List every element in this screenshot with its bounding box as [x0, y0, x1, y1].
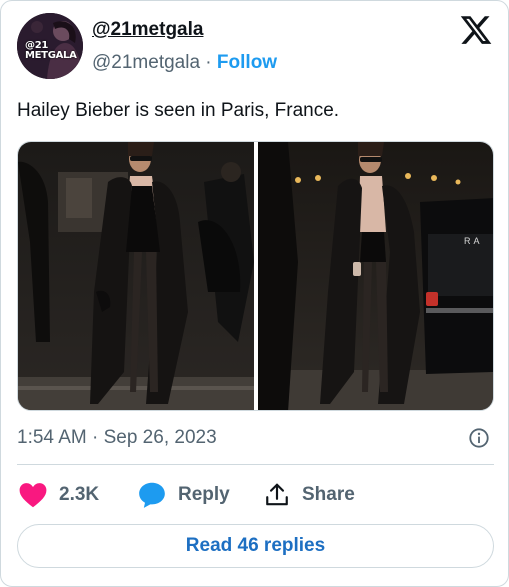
share-upload-icon [266, 483, 288, 506]
author-handle-line: @21metgala · Follow [92, 52, 277, 74]
photo-1[interactable] [18, 142, 254, 410]
avatar-label-line2: METGALA [25, 50, 77, 61]
reply-label: Reply [178, 484, 230, 505]
share-button[interactable]: Share [264, 480, 355, 510]
handle-separator: · [200, 52, 217, 73]
like-button[interactable]: 2.3K [19, 480, 99, 510]
car-badge: RA [464, 236, 483, 246]
divider [17, 464, 494, 465]
photo-2[interactable]: RA [258, 142, 493, 410]
tweet-card: @21 METGALA @21metgala @21metgala · Foll… [0, 0, 509, 587]
tweet-timestamp[interactable]: 1:54 AM · Sep 26, 2023 [17, 427, 217, 449]
x-logo-icon[interactable] [459, 13, 493, 47]
photo-1-image [18, 142, 254, 410]
avatar-label: @21 METGALA [25, 41, 77, 61]
media-grid: RA [17, 141, 494, 411]
heart-icon [19, 483, 47, 508]
avatar[interactable]: @21 METGALA [17, 13, 83, 79]
like-count: 2.3K [59, 484, 100, 505]
reply-button[interactable]: Reply [138, 480, 230, 510]
info-icon[interactable] [468, 427, 490, 449]
author-handle[interactable]: @21metgala [92, 52, 200, 73]
photo-2-image [258, 142, 493, 410]
speech-bubble-icon [139, 482, 165, 508]
tweet-text: Hailey Bieber is seen in Paris, France. [17, 100, 340, 121]
author-display-name[interactable]: @21metgala [92, 19, 203, 41]
follow-button[interactable]: Follow [217, 52, 277, 73]
read-replies-button[interactable]: Read 46 replies [17, 524, 494, 568]
share-label: Share [302, 484, 355, 505]
